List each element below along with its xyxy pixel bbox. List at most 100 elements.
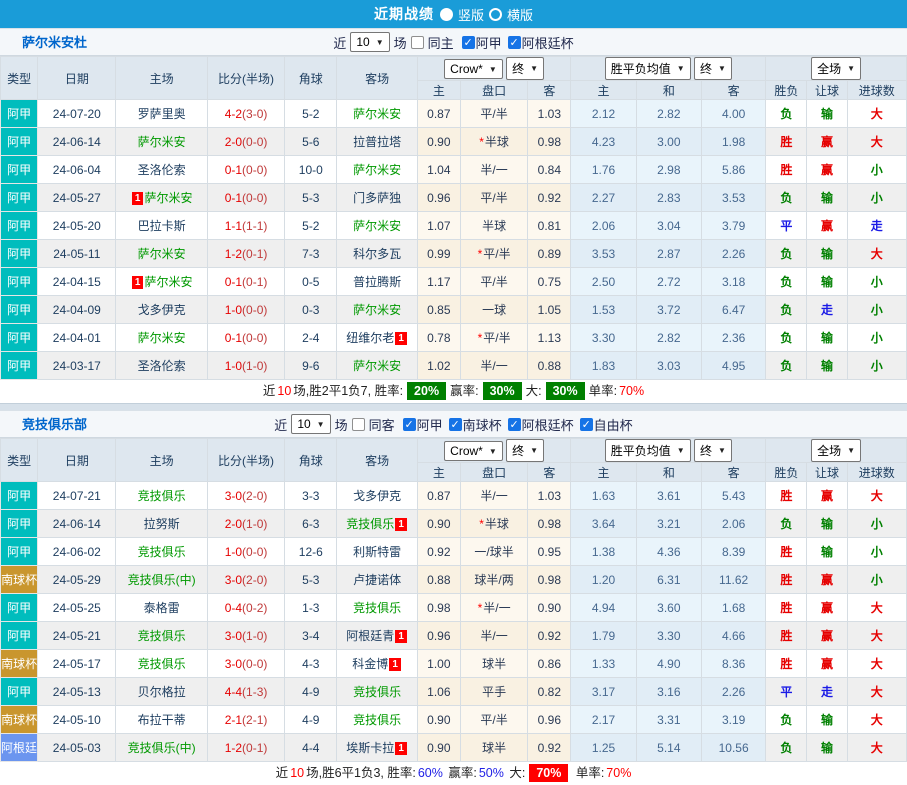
scope-select[interactable]: 全场▼: [811, 439, 861, 462]
layout-radio-vertical[interactable]: [440, 8, 453, 21]
match-date: 24-05-27: [38, 184, 116, 212]
col-goals: 进球数: [847, 81, 906, 100]
result-goals: 小: [847, 156, 906, 184]
euro-away-odds: 4.95: [701, 352, 765, 380]
match-score: 1-2(0-1): [207, 734, 284, 762]
team-name: 萨尔米安: [353, 359, 401, 373]
euro-state-select[interactable]: 终▼: [694, 439, 732, 462]
near-label: 近: [333, 33, 346, 52]
handicap-line: *平/半: [460, 240, 527, 268]
euro-away-odds: 10.56: [701, 734, 765, 762]
match-date: 24-05-29: [38, 566, 116, 594]
result-outcome: 负: [766, 184, 807, 212]
same-venue-checkbox[interactable]: [411, 36, 424, 49]
chevron-down-icon: ▼: [530, 64, 538, 73]
bookmaker-select[interactable]: Crow*▼: [444, 441, 503, 461]
euro-draw-odds: 3.61: [636, 482, 701, 510]
league-filter-checkbox[interactable]: ✓: [403, 418, 416, 431]
euro-home-odds: 1.63: [571, 482, 636, 510]
away-team: 萨尔米安: [337, 100, 417, 128]
match-date: 24-05-20: [38, 212, 116, 240]
asian-home-odds: 0.88: [417, 566, 460, 594]
result-outcome: 胜: [766, 156, 807, 184]
euro-home-odds: 1.83: [571, 352, 636, 380]
asian-home-odds: 1.00: [417, 650, 460, 678]
result-handicap: 赢: [807, 128, 847, 156]
league-filter-label: 自由杯: [594, 415, 633, 434]
league-filter-checkbox[interactable]: ✓: [508, 418, 521, 431]
team-name: 萨尔米安: [138, 135, 186, 149]
league-filter-checkbox[interactable]: ✓: [580, 418, 593, 431]
euro-away-odds: 4.66: [701, 622, 765, 650]
section-header: 竞技俱乐部 近 10▼ 场 同客 ✓阿甲✓南球杯✓阿根廷杯✓自由杯: [0, 410, 907, 438]
corner-score: 3-4: [285, 622, 337, 650]
euro-draw-odds: 4.90: [636, 650, 701, 678]
match-score: 1-0(1-0): [207, 352, 284, 380]
euro-home-odds: 1.20: [571, 566, 636, 594]
match-score: 1-2(0-1): [207, 240, 284, 268]
bookmaker-select[interactable]: Crow*▼: [444, 59, 503, 79]
asian-away-odds: 0.88: [528, 352, 571, 380]
match-count-select[interactable]: 10▼: [350, 32, 389, 52]
result-goals: 大: [847, 734, 906, 762]
summary-segment: 近: [276, 766, 289, 780]
handicap-line: 平/半: [460, 268, 527, 296]
summary-line: 近10场,胜2平1负7, 胜率:20%赢率:30%大:30%单率:70%: [0, 380, 907, 403]
summary-segment: 70%: [619, 384, 644, 398]
euro-odds-select[interactable]: 胜平负均值▼: [605, 439, 691, 462]
match-score: 0-4(0-2): [207, 594, 284, 622]
euro-state-select[interactable]: 终▼: [694, 57, 732, 80]
league-filter-checkbox[interactable]: ✓: [508, 36, 521, 49]
euro-draw-odds: 2.87: [636, 240, 701, 268]
euro-away-odds: 5.43: [701, 482, 765, 510]
team-name: 竞技俱乐1: [346, 517, 408, 531]
euro-away-odds: 3.79: [701, 212, 765, 240]
league-filter-label: 阿根廷杯: [522, 33, 574, 52]
away-team: 阿根廷青1: [337, 622, 417, 650]
match-row: 阿甲24-04-01萨尔米安0-1(0-0)2-4纽维尔老10.78*平/半1.…: [1, 324, 907, 352]
euro-home-odds: 1.33: [571, 650, 636, 678]
team-name: 竞技俱乐: [138, 657, 186, 671]
col-euro-away: 客: [701, 463, 765, 482]
away-team: 普拉腾斯: [337, 268, 417, 296]
away-team: 竞技俱乐: [337, 678, 417, 706]
euro-away-odds: 3.53: [701, 184, 765, 212]
filter-bar: 近 10▼ 场 同客 ✓阿甲✓南球杯✓阿根廷杯✓自由杯: [274, 414, 632, 434]
handicap-line: 平/半: [460, 100, 527, 128]
league-filter-checkbox[interactable]: ✓: [462, 36, 475, 49]
select-value: 全场: [817, 442, 841, 459]
bookmaker-state-select[interactable]: 终▼: [506, 439, 544, 462]
euro-away-odds: 2.36: [701, 324, 765, 352]
result-handicap: 赢: [807, 650, 847, 678]
home-team: 巴拉卡斯: [116, 212, 207, 240]
team-name: 门多萨独: [353, 191, 401, 205]
euro-draw-odds: 2.98: [636, 156, 701, 184]
same-venue-checkbox[interactable]: [352, 418, 365, 431]
asian-away-odds: 0.90: [528, 594, 571, 622]
league-badge: 阿甲: [1, 156, 38, 184]
team-name: 1萨尔米安: [131, 191, 193, 205]
topbar: 近期战绩 竖版 横版: [0, 0, 907, 28]
summary-segment: 大:: [526, 384, 542, 398]
away-team: 竞技俱乐: [337, 706, 417, 734]
asian-away-odds: 0.86: [528, 650, 571, 678]
team-name: 纽维尔老1: [346, 331, 408, 345]
result-goals: 小: [847, 566, 906, 594]
layout-radio-horizontal[interactable]: [489, 8, 502, 21]
away-team: 拉普拉塔: [337, 128, 417, 156]
league-filter-checkbox[interactable]: ✓: [449, 418, 462, 431]
bookmaker-state-select[interactable]: 终▼: [506, 57, 544, 80]
match-count-select[interactable]: 10▼: [291, 414, 330, 434]
match-date: 24-05-10: [38, 706, 116, 734]
league-badge: 阿甲: [1, 212, 38, 240]
team-name: 竞技俱乐: [138, 489, 186, 503]
euro-odds-select[interactable]: 胜平负均值▼: [605, 57, 691, 80]
scope-select[interactable]: 全场▼: [811, 57, 861, 80]
league-filter-item: ✓阿甲: [462, 33, 502, 52]
handicap-count-badge: 1: [132, 276, 144, 289]
euro-draw-odds: 3.04: [636, 212, 701, 240]
result-outcome: 胜: [766, 594, 807, 622]
col-asian-away: 客: [528, 463, 571, 482]
select-value: 10: [297, 417, 310, 431]
select-value: 10: [356, 35, 369, 49]
